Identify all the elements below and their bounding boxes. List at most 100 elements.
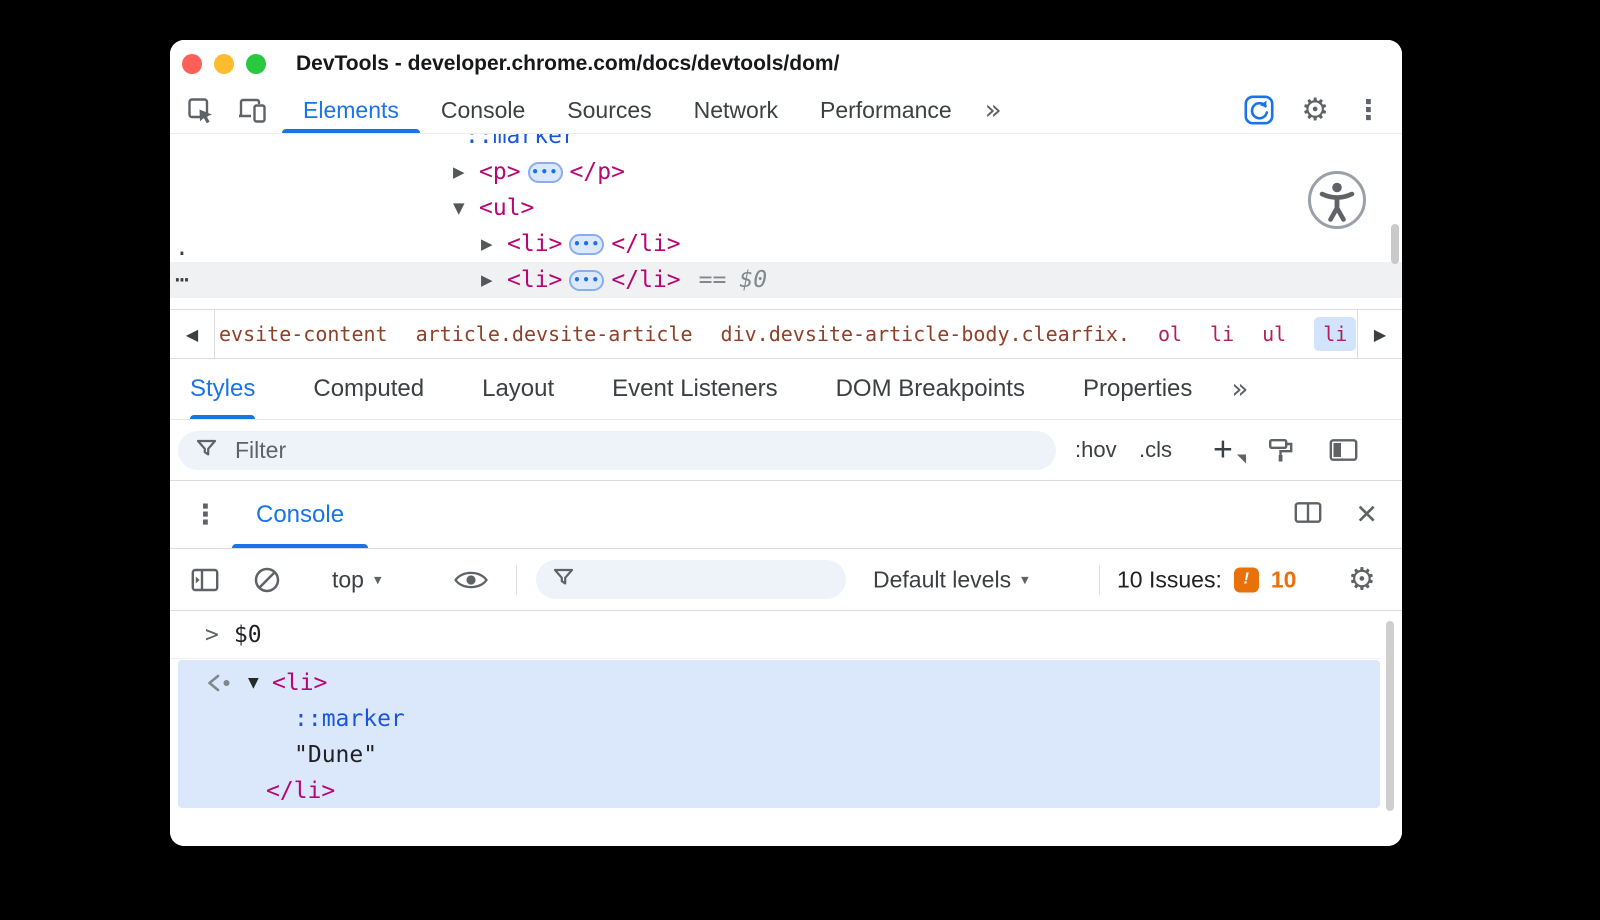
breadcrumb-item[interactable]: div.devsite-article-body.clearfix. xyxy=(721,322,1130,346)
expand-arrow-icon[interactable]: ▶ xyxy=(453,163,479,181)
expand-children-icon[interactable]: ••• xyxy=(569,234,604,255)
inspect-element-icon[interactable] xyxy=(186,96,215,125)
issues-count: 10 xyxy=(1271,566,1297,593)
rendering-emulation-icon[interactable] xyxy=(1266,436,1296,464)
breadcrumb-item[interactable]: ol xyxy=(1158,322,1182,346)
tag-close: </li> xyxy=(266,778,335,804)
expand-children-icon[interactable]: ••• xyxy=(528,162,563,183)
prompt-chevron-icon: > xyxy=(205,622,219,648)
tab-performance[interactable]: Performance xyxy=(799,87,973,133)
more-sidebar-tabs-icon[interactable]: » xyxy=(1231,359,1248,419)
tab-properties[interactable]: Properties xyxy=(1054,359,1221,419)
device-toolbar-icon[interactable] xyxy=(237,96,268,125)
tab-dom-breakpoints[interactable]: DOM Breakpoints xyxy=(807,359,1054,419)
toggle-element-state-button[interactable]: :hov xyxy=(1075,437,1117,463)
breadcrumb-item-selected[interactable]: li xyxy=(1314,317,1356,351)
result-close-tag-row[interactable]: </li> xyxy=(178,773,1380,809)
breadcrumb-back-button[interactable]: ◀ xyxy=(170,310,215,358)
collapse-arrow-icon[interactable]: ▼ xyxy=(453,199,479,217)
chevron-down-icon: ▾ xyxy=(1021,571,1029,589)
main-menu-kebab-icon[interactable]: ⋮ xyxy=(1355,97,1382,124)
exclamation-icon: ! xyxy=(1244,571,1249,589)
drawer-menu-kebab-icon[interactable]: ⋮ xyxy=(192,501,219,528)
console-sidebar-icon[interactable] xyxy=(190,567,220,593)
tab-console[interactable]: Console xyxy=(420,87,546,133)
log-levels-selector[interactable]: Default levels ▾ xyxy=(873,566,1029,593)
breadcrumb-bar: ◀ evsite-content article.devsite-article… xyxy=(170,309,1402,359)
more-panels-icon[interactable]: » xyxy=(985,96,1002,124)
console-toolbar: top ▾ Default levels ▾ xyxy=(170,549,1402,611)
console-settings-gear-icon[interactable]: ⚙ xyxy=(1348,564,1376,595)
tab-elements-label: Elements xyxy=(303,97,399,124)
console-messages: > $0 ▼ <li> ::marker xyxy=(170,611,1402,846)
sync-extension-icon[interactable] xyxy=(1243,94,1275,126)
close-drawer-icon[interactable]: ✕ xyxy=(1355,501,1378,528)
tab-elements[interactable]: Elements xyxy=(282,87,420,133)
result-open-tag-row[interactable]: ▼ <li> xyxy=(178,665,1380,701)
zoom-window-button[interactable] xyxy=(246,54,266,74)
console-scrollbar-thumb[interactable] xyxy=(1386,621,1394,811)
close-window-button[interactable] xyxy=(182,54,202,74)
result-text-row[interactable]: "Dune" xyxy=(178,737,1380,773)
elements-dom-tree: ::marker ▶ <p> ••• </p> ▼ <ul> ▶ <li> ••… xyxy=(170,134,1402,309)
toggle-sidebar-icon[interactable] xyxy=(1328,438,1359,463)
create-live-expression-icon[interactable] xyxy=(453,567,489,593)
new-style-rule-button[interactable]: + xyxy=(1213,431,1233,470)
clear-console-icon[interactable] xyxy=(252,565,282,595)
tag-open: <ul> xyxy=(479,195,534,221)
equals-sign: == xyxy=(699,267,727,293)
tag-open: <li> xyxy=(272,670,327,696)
tag-open: <p> xyxy=(479,159,521,185)
tree-node-li-2-selected[interactable]: ▶ <li> ••• </li> == $0 xyxy=(170,262,1402,298)
tree-node-p[interactable]: ▶ <p> ••• </p> xyxy=(170,154,1402,190)
tab-styles[interactable]: Styles xyxy=(170,359,284,419)
tag-open: <li> xyxy=(507,231,562,257)
tree-node-li-1[interactable]: ▶ <li> ••• </li> xyxy=(170,226,1402,262)
breadcrumb-item[interactable]: li xyxy=(1210,322,1234,346)
tab-console-label: Console xyxy=(441,97,525,124)
collapse-arrow-icon[interactable]: ▼ xyxy=(248,675,272,691)
execution-context-selector[interactable]: top ▾ xyxy=(332,566,382,593)
filter-funnel-icon xyxy=(194,436,219,466)
accessibility-icon[interactable] xyxy=(1308,171,1366,229)
tab-event-listeners[interactable]: Event Listeners xyxy=(583,359,806,419)
tab-network[interactable]: Network xyxy=(673,87,799,133)
drawer-tab-console[interactable]: Console xyxy=(232,481,368,548)
minimize-window-button[interactable] xyxy=(214,54,234,74)
log-levels-label: Default levels xyxy=(873,566,1011,593)
expand-arrow-icon[interactable]: ▶ xyxy=(481,235,507,253)
expand-children-icon[interactable]: ••• xyxy=(569,270,604,291)
plus-caret-icon xyxy=(1237,455,1246,464)
tab-layout[interactable]: Layout xyxy=(453,359,583,419)
drawer-tab-console-label: Console xyxy=(256,501,344,529)
tree-node-ul[interactable]: ▼ <ul> xyxy=(170,190,1402,226)
breadcrumb-forward-button[interactable]: ▶ xyxy=(1357,310,1402,358)
toggle-class-button[interactable]: .cls xyxy=(1139,437,1172,463)
chevron-left-icon: ◀ xyxy=(186,325,198,344)
tab-sources[interactable]: Sources xyxy=(546,87,672,133)
styles-filter-field[interactable] xyxy=(178,431,1056,470)
expand-arrow-icon[interactable]: ▶ xyxy=(481,271,507,289)
window-title: DevTools - developer.chrome.com/docs/dev… xyxy=(296,52,839,76)
tab-computed[interactable]: Computed xyxy=(284,359,453,419)
tag-close: </li> xyxy=(611,231,680,257)
console-evaluated-expression[interactable]: > $0 xyxy=(170,611,1380,659)
settings-gear-icon[interactable]: ⚙ xyxy=(1301,95,1329,126)
filter-funnel-icon xyxy=(551,565,576,595)
breadcrumb-item[interactable]: article.devsite-article xyxy=(416,322,693,346)
titlebar: DevTools - developer.chrome.com/docs/dev… xyxy=(170,40,1402,87)
styles-filter-input[interactable] xyxy=(235,437,935,464)
breadcrumb-item[interactable]: evsite-content xyxy=(219,322,388,346)
breadcrumb-item[interactable]: ul xyxy=(1262,322,1286,346)
elements-scrollbar-thumb[interactable] xyxy=(1391,224,1399,264)
console-result-highlighted[interactable]: ▼ <li> ::marker "Dune" </li> xyxy=(178,660,1380,808)
pseudo-element-label: ::marker xyxy=(465,134,576,149)
console-filter-field[interactable] xyxy=(536,560,846,599)
tab-sources-label: Sources xyxy=(567,97,651,124)
console-drawer-header: ⋮ Console ✕ xyxy=(170,481,1402,549)
tab-performance-label: Performance xyxy=(820,97,952,124)
result-marker-row[interactable]: ::marker xyxy=(178,701,1380,737)
tree-node-marker-clipped[interactable]: ::marker xyxy=(170,134,1402,154)
split-panel-icon[interactable] xyxy=(1293,500,1323,529)
issues-counter[interactable]: 10 Issues: ! 10 xyxy=(1117,566,1296,593)
